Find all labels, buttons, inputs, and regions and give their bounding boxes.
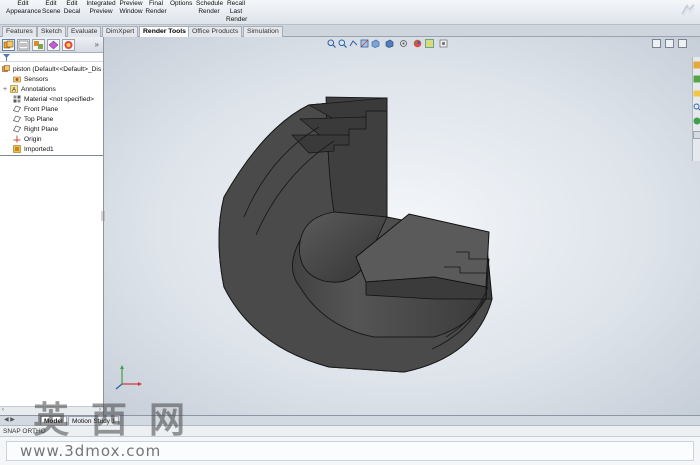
integrated-preview-label: Integrated Preview <box>86 0 116 15</box>
tree-item-right-plane-label: Right Plane <box>24 126 59 133</box>
appearances-icon[interactable] <box>693 131 700 139</box>
tab-sketch[interactable]: Sketch <box>37 26 66 37</box>
plane-icon <box>13 125 21 133</box>
tab-scroll-icon[interactable]: ◀ ▶ <box>4 416 15 423</box>
final-render-label: Final Render <box>145 0 167 15</box>
piston-model[interactable] <box>104 37 700 415</box>
tree-item-imported1-label: Imported1 <box>24 146 54 153</box>
plane-icon <box>13 105 21 113</box>
edit-scene-label: Edit Scene <box>42 0 61 15</box>
schedule-render-button[interactable]: Schedule Render <box>196 0 224 16</box>
solidworks-logo-icon <box>681 3 695 17</box>
tab-office-products[interactable]: Office Products <box>188 26 243 37</box>
command-manager-tabs: Features Sketch Evaluate DimXpert Render… <box>0 25 700 38</box>
display-manager-tab[interactable] <box>62 39 75 51</box>
manager-tabs: » <box>0 37 103 53</box>
tree-item-imported1[interactable]: Imported1 <box>13 145 54 155</box>
tree-item-origin[interactable]: Origin <box>13 135 42 145</box>
edit-decal-button[interactable]: Edit Decal <box>63 0 81 16</box>
sensor-icon <box>13 77 21 83</box>
property-icon <box>18 40 29 50</box>
tab-evaluate-label: Evaluate <box>71 28 98 35</box>
feature-manager-tab[interactable] <box>2 39 15 51</box>
tree-item-top-plane-label: Top Plane <box>24 116 54 123</box>
preview-window-label: Preview Window <box>119 0 143 15</box>
tree-item-front-plane[interactable]: Front Plane <box>13 105 58 115</box>
integrated-preview-button[interactable]: Integrated Preview <box>85 0 117 16</box>
view-palette-icon[interactable] <box>693 117 700 125</box>
feature-filter[interactable] <box>0 53 103 62</box>
tree-item-material[interactable]: Material <not specified> <box>13 95 94 105</box>
edit-scene-button[interactable]: Edit Scene <box>42 0 60 16</box>
tree-item-material-label: Material <not specified> <box>24 96 95 103</box>
schedule-render-label: Schedule Render <box>196 0 224 15</box>
render-tools-ribbon: Edit Appearance Edit Scene Edit Decal In… <box>0 0 700 25</box>
watermark-url: www.3dmox.com <box>20 442 162 460</box>
configuration-manager-tab[interactable] <box>32 39 45 51</box>
tree-item-sensors[interactable]: Sensors <box>13 75 48 85</box>
edit-appearance-label: Edit Appearance <box>6 0 42 15</box>
options-label: Options <box>170 0 193 7</box>
tree-item-annotations[interactable]: + A Annotations <box>3 85 56 95</box>
tab-simulation[interactable]: Simulation <box>243 26 283 37</box>
dimxpert-icon <box>48 40 59 50</box>
svg-text:A: A <box>12 88 16 94</box>
feature-manager-pane: » piston (Default<<Default>_Dis Sensors … <box>0 37 104 415</box>
origin-icon <box>13 135 21 143</box>
tab-office-products-label: Office Products <box>192 28 239 35</box>
part-icon <box>2 65 10 72</box>
pane-expand-icon[interactable]: » <box>95 40 99 49</box>
configuration-icon <box>34 41 43 49</box>
expand-plus-icon[interactable]: + <box>3 85 10 95</box>
scroll-left-icon[interactable]: ‹ <box>2 407 4 413</box>
tab-features-label: Features <box>6 28 33 35</box>
tab-evaluate[interactable]: Evaluate <box>67 26 102 37</box>
imported-body-icon <box>13 145 21 153</box>
graphics-viewport[interactable] <box>101 37 700 415</box>
dimxpert-manager-tab[interactable] <box>47 39 60 51</box>
tree-item-right-plane[interactable]: Right Plane <box>13 125 58 135</box>
edit-decal-label: Edit Decal <box>63 0 81 15</box>
annotation-icon: A <box>10 85 18 93</box>
material-icon <box>13 95 21 103</box>
feature-tree-icon <box>3 40 14 49</box>
preview-window-button[interactable]: Preview Window <box>119 0 143 16</box>
plane-icon <box>13 115 21 123</box>
property-manager-tab[interactable] <box>17 39 30 51</box>
tab-features[interactable]: Features <box>2 26 37 37</box>
tree-item-top-plane[interactable]: Top Plane <box>13 115 53 125</box>
solidworks-resources-icon[interactable] <box>693 61 700 69</box>
recall-last-render-label: Recall Last Render <box>226 0 248 23</box>
tab-dimxpert-label: DimXpert <box>106 28 135 35</box>
file-explorer-icon[interactable] <box>693 89 700 97</box>
tab-dimxpert[interactable]: DimXpert <box>102 26 139 37</box>
display-manager-icon <box>64 41 73 49</box>
options-button[interactable]: Options <box>170 0 192 8</box>
task-pane <box>692 57 700 161</box>
tree-root-label: piston (Default<<Default>_Dis <box>13 66 102 73</box>
watermark-title: 英西网 <box>33 399 208 441</box>
filter-icon <box>3 54 10 61</box>
tree-item-origin-label: Origin <box>24 136 42 143</box>
coordinate-triad-icon <box>115 365 142 390</box>
tab-render-tools-label: Render Tools <box>143 28 186 35</box>
tree-item-annotations-label: Annotations <box>21 86 56 93</box>
design-library-icon[interactable] <box>693 75 700 83</box>
edit-appearance-button[interactable]: Edit Appearance <box>6 0 42 16</box>
tree-item-front-plane-label: Front Plane <box>24 106 59 113</box>
tree-item-sensors-label: Sensors <box>24 76 49 83</box>
tree-root-piston[interactable]: piston (Default<<Default>_Dis <box>2 65 101 75</box>
tab-simulation-label: Simulation <box>247 28 279 35</box>
search-icon[interactable] <box>693 103 700 111</box>
tab-sketch-label: Sketch <box>41 28 62 35</box>
final-render-button[interactable]: Final Render <box>145 0 167 16</box>
tree-divider <box>0 155 103 156</box>
recall-last-render-button[interactable]: Recall Last Render <box>226 0 248 24</box>
